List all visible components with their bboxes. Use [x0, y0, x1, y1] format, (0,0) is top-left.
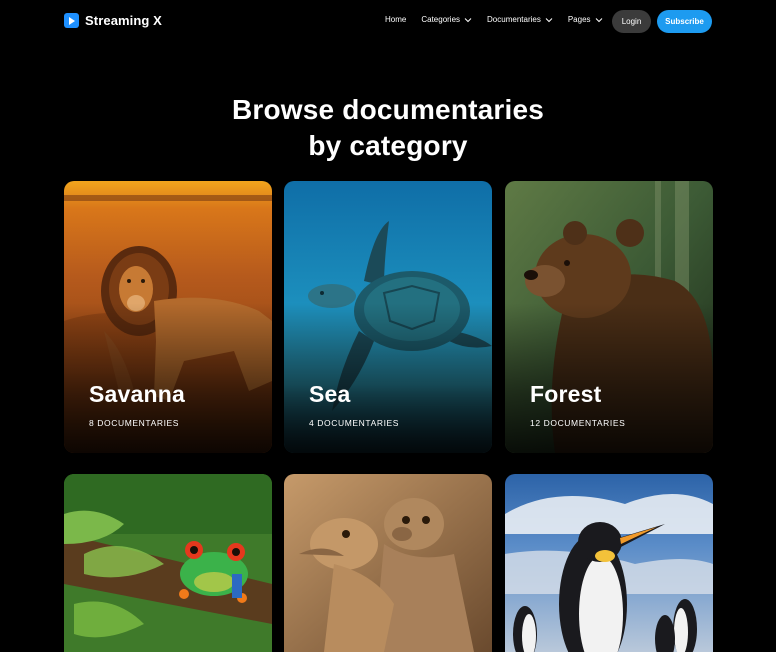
- nav-item-documentaries[interactable]: Documentaries: [487, 15, 553, 24]
- subscribe-button[interactable]: Subscribe: [657, 10, 712, 33]
- card-overlay: [64, 303, 272, 453]
- category-count: 8 Documentaries: [89, 418, 180, 428]
- category-name: Savanna: [89, 381, 186, 407]
- category-card-sea[interactable]: Sea 4 Documentaries: [284, 181, 492, 453]
- category-card-frog[interactable]: [64, 474, 272, 652]
- category-count: 4 Documentaries: [309, 418, 400, 428]
- nav-item-pages[interactable]: Pages: [568, 15, 603, 24]
- nav-item-label: Categories: [421, 15, 461, 24]
- nav-menu: Home Categories Documentaries Pages: [385, 15, 618, 24]
- nav-item-label: Home: [385, 15, 407, 24]
- login-button[interactable]: Login: [612, 10, 651, 33]
- nav-item-home[interactable]: Home: [385, 15, 406, 24]
- card-overlay: [505, 303, 713, 453]
- category-card-meerkats[interactable]: [284, 474, 492, 652]
- nav-item-categories[interactable]: Categories: [421, 15, 472, 24]
- card-overlay: [284, 303, 492, 453]
- page-title-line-2: by category: [308, 130, 468, 161]
- category-card-penguins[interactable]: [505, 474, 713, 652]
- category-count: 12 Documentaries: [530, 418, 626, 428]
- chevron-down-icon: [464, 16, 472, 24]
- tree-frog-image: [64, 474, 272, 652]
- nav-item-label: Pages: [567, 15, 591, 24]
- meerkats-image: [284, 474, 492, 652]
- category-name: Sea: [309, 381, 351, 407]
- category-card-forest[interactable]: Forest 12 Documentaries: [505, 181, 713, 453]
- page-title: Browse documentaries by category: [0, 92, 776, 164]
- penguins-image: [505, 474, 713, 652]
- chevron-down-icon: [595, 16, 603, 24]
- brand-name: Streaming X: [85, 13, 162, 28]
- brand[interactable]: Streaming X: [64, 13, 162, 28]
- top-nav: Streaming X Home Categories Documentarie…: [0, 0, 776, 42]
- category-card-savanna[interactable]: Savanna 8 Documentaries: [64, 181, 272, 453]
- nav-item-label: Documentaries: [487, 15, 541, 24]
- category-name: Forest: [530, 381, 602, 407]
- page-title-line-1: Browse documentaries: [231, 94, 545, 125]
- chevron-down-icon: [545, 16, 553, 24]
- play-icon: [64, 13, 79, 28]
